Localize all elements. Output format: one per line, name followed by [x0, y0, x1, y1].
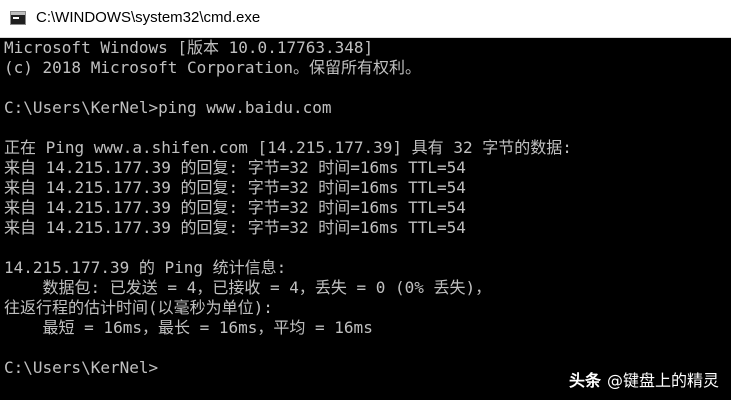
console-line-reply: 来自 14.215.177.39 的回复: 字节=32 时间=16ms TTL=…	[4, 218, 466, 237]
console-line-reply: 来自 14.215.177.39 的回复: 字节=32 时间=16ms TTL=…	[4, 198, 466, 217]
watermark: 头条 @键盘上的精灵	[569, 367, 719, 391]
console-line-stats-header: 14.215.177.39 的 Ping 统计信息:	[4, 258, 287, 277]
watermark-brand: 头条	[568, 371, 601, 390]
console-prompt[interactable]: C:\Users\KerNel>	[4, 358, 158, 378]
console-line-reply: 来自 14.215.177.39 的回复: 字节=32 时间=16ms TTL=…	[4, 178, 466, 197]
console-line-packets: 数据包: 已发送 = 4，已接收 = 4，丢失 = 0 (0% 丢失)，	[4, 278, 492, 297]
cmd-window: C:\WINDOWS\system32\cmd.exe Microsoft Wi…	[0, 0, 731, 400]
window-title: C:\WINDOWS\system32\cmd.exe	[36, 9, 261, 26]
console-line-ping-header: 正在 Ping www.a.shifen.com [14.215.177.39]…	[4, 138, 572, 157]
cmd-console-icon[interactable]	[10, 11, 26, 25]
console-line-copyright: (c) 2018 Microsoft Corporation。保留所有权利。	[4, 58, 421, 77]
console-line-reply: 来自 14.215.177.39 的回复: 字节=32 时间=16ms TTL=…	[4, 158, 466, 177]
console-output[interactable]: Microsoft Windows [版本 10.0.17763.348] (c…	[0, 38, 731, 400]
console-line-command: C:\Users\KerNel>ping www.baidu.com	[4, 98, 332, 117]
title-bar[interactable]: C:\WINDOWS\system32\cmd.exe	[0, 0, 731, 38]
console-line-version: Microsoft Windows [版本 10.0.17763.348]	[4, 38, 374, 57]
console-line-rtt-values: 最短 = 16ms，最长 = 16ms，平均 = 16ms	[4, 318, 373, 337]
watermark-handle: @键盘上的精灵	[606, 371, 719, 390]
console-line-rtt-header: 往返行程的估计时间(以毫秒为单位):	[4, 298, 273, 317]
